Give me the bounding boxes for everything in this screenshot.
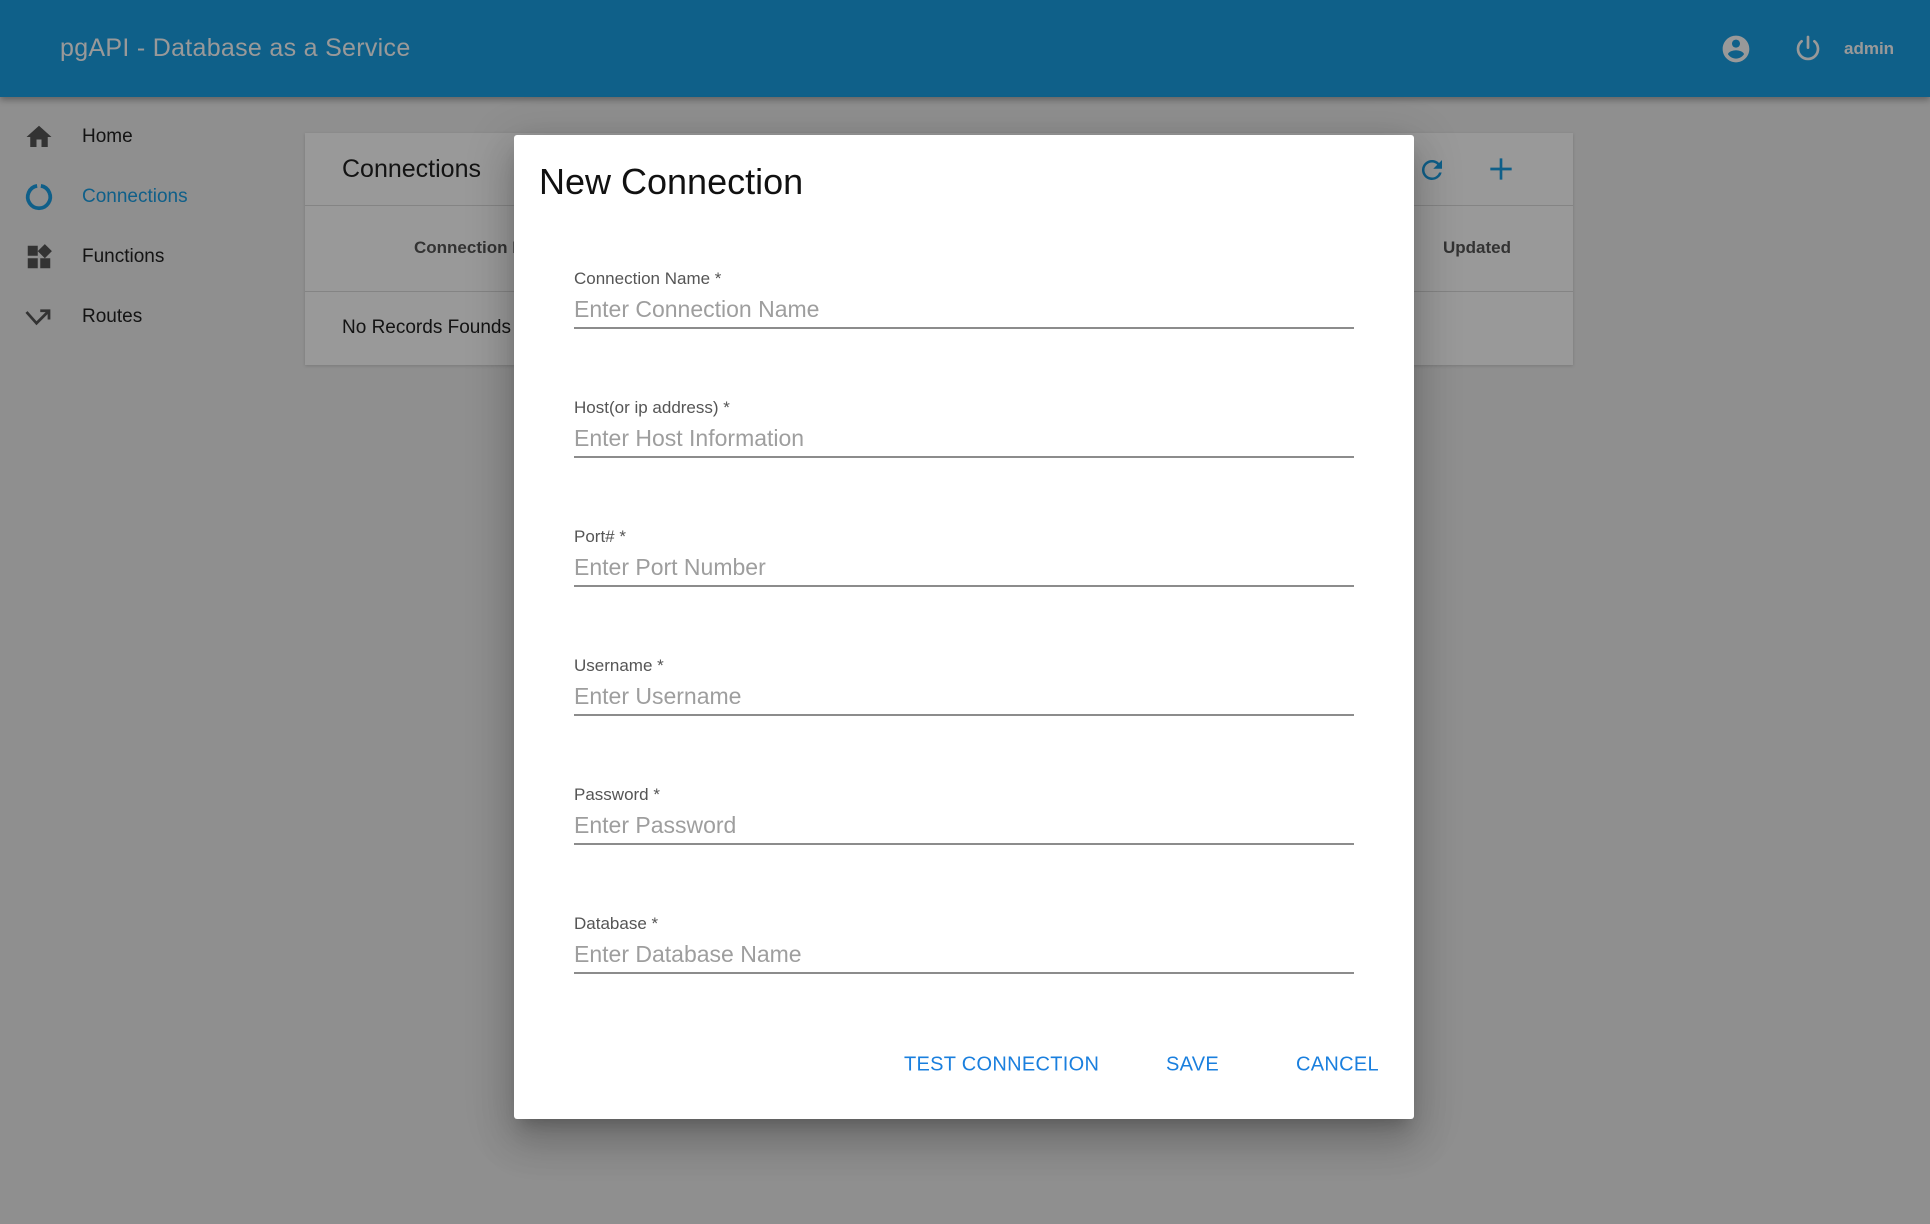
- database-field: Database *: [574, 914, 1354, 994]
- field-label: Connection Name *: [574, 269, 722, 288]
- field-label: Host(or ip address) *: [574, 398, 730, 417]
- username-input[interactable]: [574, 678, 1354, 716]
- password-input[interactable]: [574, 807, 1354, 845]
- field-label: Password *: [574, 785, 660, 804]
- host-field: Host(or ip address) *: [574, 398, 1354, 478]
- cancel-button[interactable]: CANCEL: [1296, 1054, 1379, 1077]
- password-field: Password *: [574, 785, 1354, 865]
- new-connection-dialog: New Connection Connection Name * Host(or…: [514, 135, 1414, 1119]
- field-label: Username *: [574, 656, 664, 675]
- port-input[interactable]: [574, 549, 1354, 587]
- port-field: Port# *: [574, 527, 1354, 607]
- test-connection-button[interactable]: TEST CONNECTION: [904, 1054, 1099, 1077]
- field-label: Database *: [574, 914, 659, 933]
- save-button[interactable]: SAVE: [1166, 1054, 1219, 1077]
- host-input[interactable]: [574, 420, 1354, 458]
- dialog-title: New Connection: [539, 161, 804, 202]
- connection-name-field: Connection Name *: [574, 269, 1354, 349]
- username-field: Username *: [574, 656, 1354, 736]
- field-label: Port# *: [574, 527, 626, 546]
- connection-name-input[interactable]: [574, 291, 1354, 329]
- database-input[interactable]: [574, 936, 1354, 974]
